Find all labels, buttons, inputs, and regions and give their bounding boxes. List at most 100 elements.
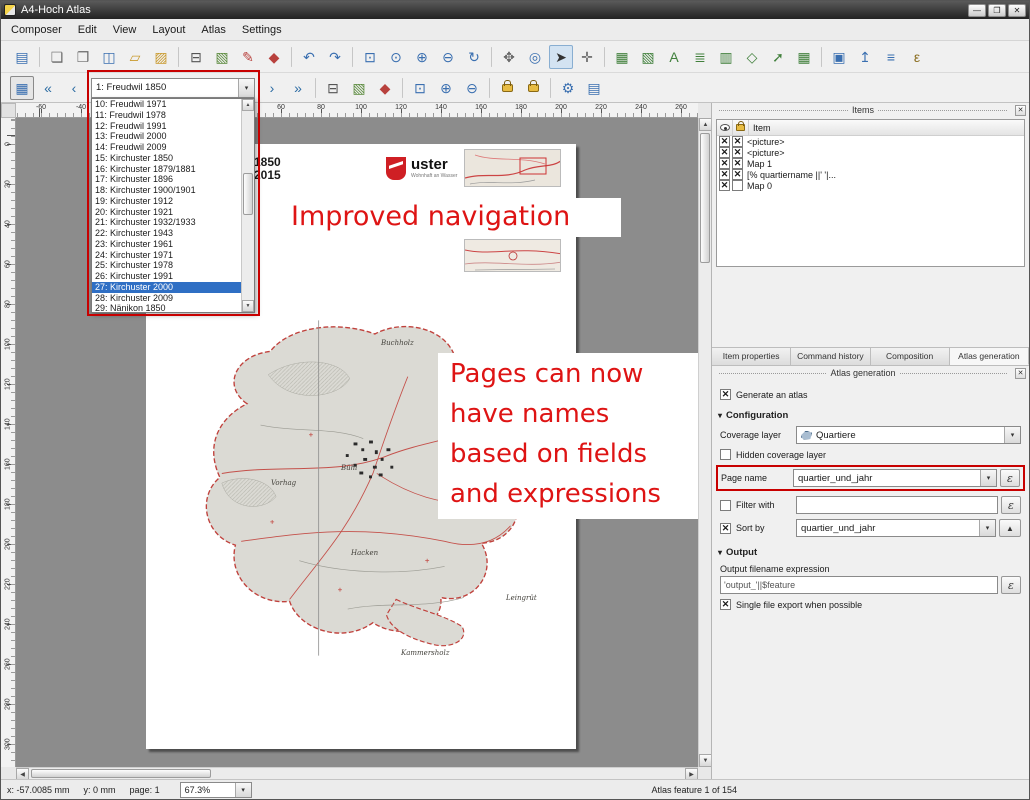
select-move-item-icon[interactable]: ➤ [549,45,573,69]
export-svg-icon[interactable]: ✎ [236,45,260,69]
undo-icon[interactable]: ↶ [297,45,321,69]
atlas-page-option[interactable]: 18: Kirchuster 1900/1901 [92,185,241,196]
atlas-page-option[interactable]: 14: Freudwil 2009 [92,142,241,153]
print-atlas-icon[interactable]: ⊟ [321,76,345,100]
menu-layout[interactable]: Layout [144,21,193,39]
lock-layers-icon[interactable] [495,76,519,100]
save-template-icon[interactable]: ▨ [149,45,173,69]
add-attribute-table-icon[interactable]: ▦ [792,45,816,69]
single-file-export-checkbox[interactable] [720,599,731,610]
add-shape-icon[interactable]: ◇ [740,45,764,69]
scroll-up-icon[interactable]: ▲ [699,118,711,131]
menu-composer[interactable]: Composer [3,21,70,39]
visibility-checkbox[interactable] [719,180,730,191]
titlebar[interactable]: A4-Hoch Atlas —❐✕ [1,1,1029,19]
zoom-in-icon[interactable]: ⊕ [410,45,434,69]
zoom-level-combo[interactable]: 67.3% ▾ [180,782,252,798]
zoom-full-icon[interactable]: ⊡ [358,45,382,69]
new-composition-icon[interactable]: ❏ [45,45,69,69]
add-image-icon[interactable]: ▧ [636,45,660,69]
item-row[interactable]: <picture> [717,147,1024,158]
filter-input[interactable] [796,496,998,514]
previous-feature-icon[interactable]: ‹ [62,76,86,100]
raise-items-icon[interactable]: ↥ [853,45,877,69]
refresh-view-icon[interactable]: ↻ [462,45,486,69]
atlas-page-option[interactable]: 15: Kirchuster 1850 [92,153,241,164]
close-button[interactable]: ✕ [1008,4,1026,17]
sort-direction-button[interactable]: ▲ [999,519,1021,537]
atlas-page-option[interactable]: 10: Freudwil 1971 [92,99,241,110]
close-icon[interactable]: ✕ [1015,105,1026,116]
page-name-combo[interactable]: quartier_und_jahr ▾ [793,469,997,487]
atlas-export-icon[interactable]: ▤ [582,76,606,100]
atlas-page-option[interactable]: 22: Kirchuster 1943 [92,228,241,239]
redo-icon[interactable]: ↷ [323,45,347,69]
map-thumbnail-1[interactable] [464,149,561,187]
duplicate-composition-icon[interactable]: ❐ [71,45,95,69]
atlas-settings-icon[interactable]: ⚙ [556,76,580,100]
output-filename-input[interactable] [720,576,998,594]
hidden-coverage-checkbox[interactable] [720,449,731,460]
visibility-checkbox[interactable] [719,136,730,147]
last-feature-icon[interactable]: » [286,76,310,100]
item-row[interactable]: Map 0 [717,180,1024,191]
dropdown-scrollbar[interactable]: ▲ ▼ [241,99,254,312]
group-items-icon[interactable]: ▣ [827,45,851,69]
preview-atlas-icon[interactable]: ▦ [10,76,34,100]
scroll-down-icon[interactable]: ▼ [242,300,254,312]
atlas-page-option[interactable]: 19: Kirchuster 1912 [92,196,241,207]
scrollbar-thumb[interactable] [31,769,211,778]
atlas-page-option[interactable]: 28: Kirchuster 2009 [92,293,241,304]
atlas-page-option[interactable]: 29: Nänikon 1850 [92,303,241,312]
atlas-page-option[interactable]: 25: Kirchuster 1978 [92,260,241,271]
atlas-page-option[interactable]: 13: Freudwil 2000 [92,131,241,142]
lock-checkbox[interactable] [732,169,743,180]
expression-icon[interactable]: ε [905,45,929,69]
lock-checkbox[interactable] [732,147,743,158]
uster-logo[interactable]: uster Wohnhaft an Wasser [386,157,457,180]
expression-builder-button[interactable]: ε [1000,469,1020,487]
add-legend-icon[interactable]: ≣ [688,45,712,69]
output-group-header[interactable]: ▾ Output [718,547,1023,558]
scroll-right-icon[interactable]: ▶ [685,768,698,779]
load-template-icon[interactable]: ▱ [123,45,147,69]
atlas-page-option[interactable]: 12: Freudwil 1991 [92,121,241,132]
zoom-full-extent-icon[interactable]: ⊡ [408,76,432,100]
save-project-icon[interactable]: ▤ [10,45,34,69]
minimize-button[interactable]: — [968,4,986,17]
pan-icon[interactable]: ✥ [497,45,521,69]
scroll-left-icon[interactable]: ◀ [16,768,29,779]
canvas-horizontal-scrollbar[interactable]: ◀ ▶ [16,767,698,779]
canvas-vertical-scrollbar[interactable]: ▲ ▼ [698,118,711,767]
tab-atlas-generation[interactable]: Atlas generation [950,348,1029,365]
lock-checkbox[interactable] [732,136,743,147]
add-label-icon[interactable]: A [662,45,686,69]
menu-edit[interactable]: Edit [70,21,105,39]
zoom-tool-icon[interactable]: ◎ [523,45,547,69]
generate-atlas-checkbox[interactable] [720,389,731,400]
map-thumbnail-2[interactable] [464,239,561,272]
move-item-content-icon[interactable]: ✛ [575,45,599,69]
configuration-group-header[interactable]: ▾ Configuration [718,410,1023,421]
tab-composition[interactable]: Composition [871,348,950,365]
item-row[interactable]: Map 1 [717,158,1024,169]
visibility-checkbox[interactable] [719,158,730,169]
tab-item-properties[interactable]: Item properties [712,348,791,365]
composer-manager-icon[interactable]: ◫ [97,45,121,69]
expression-builder-button[interactable]: ε [1001,496,1021,514]
page-title-years[interactable]: 1850 2015 [254,156,281,182]
tab-command-history[interactable]: Command history [791,348,870,365]
atlas-page-option[interactable]: 11: Freudwil 1978 [92,110,241,121]
zoom-in-atlas-icon[interactable]: ⊕ [434,76,458,100]
first-feature-icon[interactable]: « [36,76,60,100]
export-image-icon[interactable]: ▧ [210,45,234,69]
sort-by-combo[interactable]: quartier_und_jahr ▾ [796,519,996,537]
coverage-layer-combo[interactable]: Quartiere ▾ [796,426,1021,444]
menu-settings[interactable]: Settings [234,21,290,39]
sort-by-checkbox[interactable] [720,523,731,534]
add-map-icon[interactable]: ▦ [610,45,634,69]
zoom-actual-icon[interactable]: ⊙ [384,45,408,69]
item-row[interactable]: [% quartiername ||' '|... [717,169,1024,180]
atlas-page-option[interactable]: 23: Kirchuster 1961 [92,239,241,250]
atlas-feature-combo[interactable]: 1: Freudwil 1850 ▾ [91,78,255,98]
